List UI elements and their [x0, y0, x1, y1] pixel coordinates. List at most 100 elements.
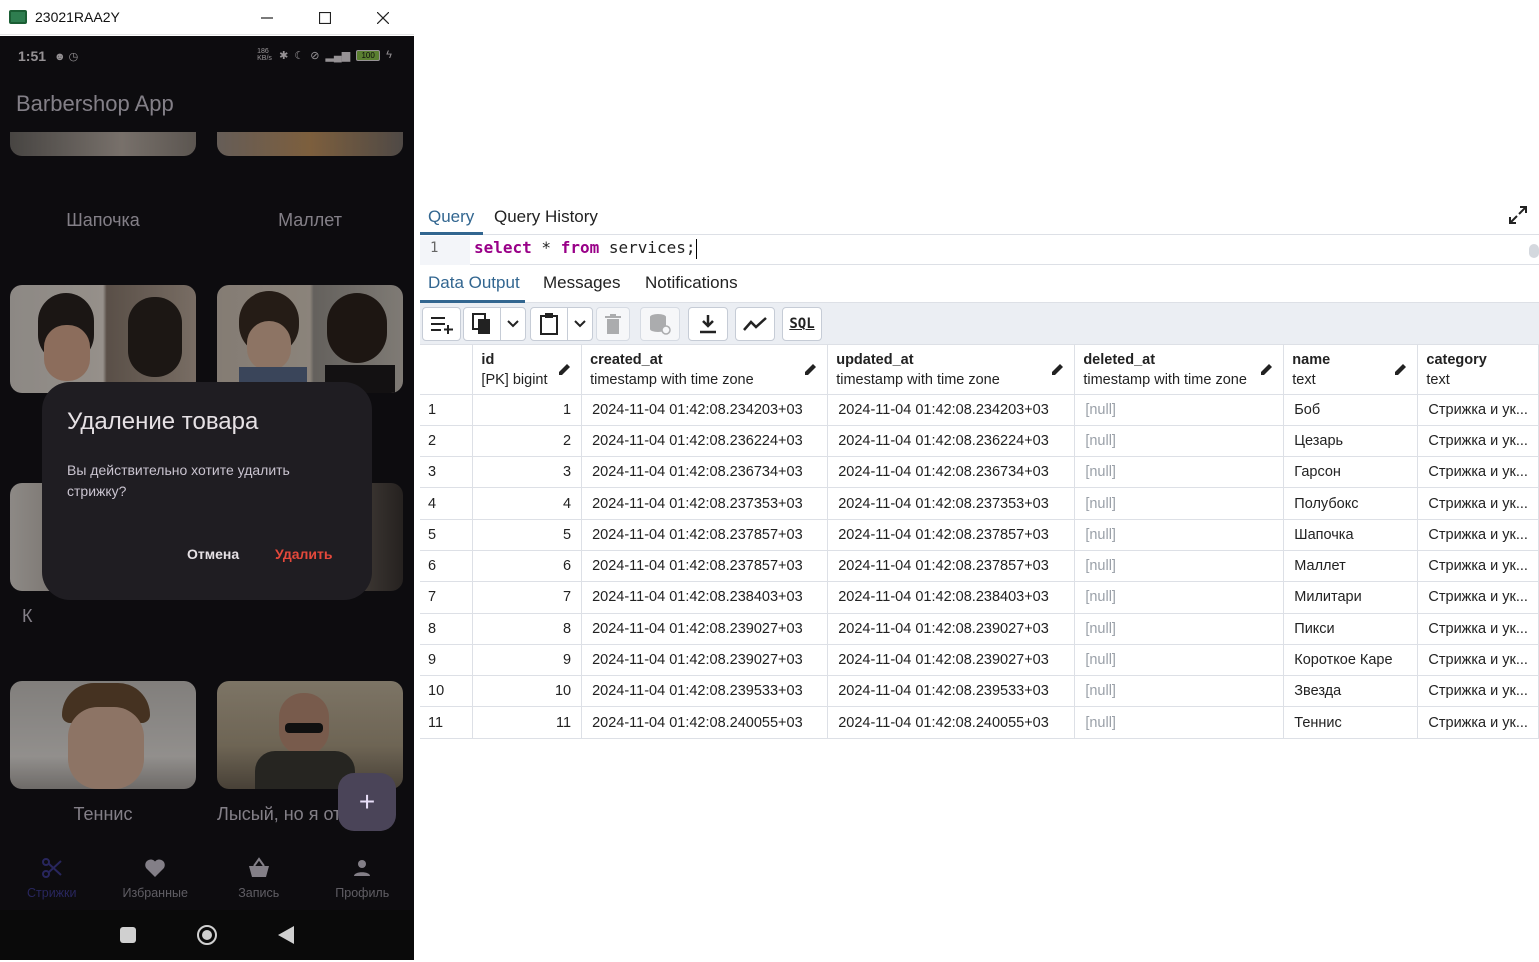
cell-deleted-at[interactable]: [null] [1074, 675, 1285, 708]
table-row[interactable]: 3 3 2024-11-04 01:42:08.236734+03 2024-11-0… [420, 456, 1539, 489]
tab-messages[interactable]: Messages [543, 273, 620, 293]
cell-id[interactable]: 10 [472, 675, 583, 708]
cell-deleted-at[interactable]: [null] [1074, 581, 1285, 614]
column-header-id[interactable]: id [PK] bigint [472, 345, 583, 395]
cell-category[interactable]: Стрижка и ук... [1417, 456, 1539, 489]
row-number[interactable]: 11 [420, 706, 474, 739]
cell-created-at[interactable]: 2024-11-04 01:42:08.236734+03 [581, 456, 829, 489]
cell-created-at[interactable]: 2024-11-04 01:42:08.238403+03 [581, 581, 829, 614]
table-row[interactable]: 11 11 2024-11-04 01:42:08.240055+03 2024-11… [420, 706, 1539, 739]
cell-name[interactable]: Гарсон [1283, 456, 1419, 489]
cell-created-at[interactable]: 2024-11-04 01:42:08.239027+03 [581, 644, 829, 677]
cell-id[interactable]: 9 [472, 644, 583, 677]
cell-deleted-at[interactable]: [null] [1074, 519, 1285, 551]
maximize-button[interactable] [296, 0, 354, 35]
cell-id[interactable]: 4 [472, 487, 583, 520]
cell-created-at[interactable]: 2024-11-04 01:42:08.239027+03 [581, 613, 829, 645]
sql-editor[interactable]: 1 select * from services; [420, 236, 1539, 265]
cell-created-at[interactable]: 2024-11-04 01:42:08.236224+03 [581, 425, 829, 458]
cell-category[interactable]: Стрижка и ук... [1417, 550, 1539, 583]
cell-category[interactable]: Стрижка и ук... [1417, 394, 1539, 426]
tab-data-output[interactable]: Data Output [428, 273, 520, 293]
home-button[interactable] [196, 924, 218, 946]
table-row[interactable]: 1 1 2024-11-04 01:42:08.234203+03 2024-11-0… [420, 394, 1539, 426]
column-header-updated-at[interactable]: updated_at timestamp with time zone [827, 345, 1076, 395]
table-row[interactable]: 6 6 2024-11-04 01:42:08.237857+03 2024-11-0… [420, 550, 1539, 583]
row-number[interactable]: 9 [420, 644, 474, 677]
sql-button[interactable]: SQL [782, 307, 822, 341]
minimize-button[interactable] [238, 0, 296, 35]
cell-id[interactable]: 11 [472, 706, 583, 739]
row-number[interactable]: 4 [420, 487, 474, 520]
column-header-name[interactable]: name text [1283, 345, 1419, 395]
copy-button[interactable] [463, 307, 501, 341]
cell-deleted-at[interactable]: [null] [1074, 706, 1285, 739]
cell-name[interactable]: Пикси [1283, 613, 1419, 645]
cell-id[interactable]: 6 [472, 550, 583, 583]
cell-updated-at[interactable]: 2024-11-04 01:42:08.239027+03 [827, 613, 1076, 645]
save-data-button[interactable] [640, 307, 680, 341]
table-row[interactable]: 4 4 2024-11-04 01:42:08.237353+03 2024-11-0… [420, 487, 1539, 520]
cell-deleted-at[interactable]: [null] [1074, 425, 1285, 458]
cell-updated-at[interactable]: 2024-11-04 01:42:08.237857+03 [827, 550, 1076, 583]
row-number[interactable]: 6 [420, 550, 474, 583]
cell-created-at[interactable]: 2024-11-04 01:42:08.234203+03 [581, 394, 829, 426]
cell-id[interactable]: 7 [472, 581, 583, 614]
cancel-button[interactable]: Отмена [187, 546, 239, 562]
row-number[interactable]: 8 [420, 613, 474, 645]
cell-created-at[interactable]: 2024-11-04 01:42:08.237353+03 [581, 487, 829, 520]
row-number[interactable]: 10 [420, 675, 474, 708]
cell-created-at[interactable]: 2024-11-04 01:42:08.237857+03 [581, 550, 829, 583]
table-row[interactable]: 10 10 2024-11-04 01:42:08.239533+03 2024-11… [420, 675, 1539, 708]
cell-deleted-at[interactable]: [null] [1074, 644, 1285, 677]
table-row[interactable]: 8 8 2024-11-04 01:42:08.239027+03 2024-11-0… [420, 613, 1539, 645]
cell-category[interactable]: Стрижка и ук... [1417, 644, 1539, 677]
back-button[interactable] [278, 926, 294, 944]
cell-category[interactable]: Стрижка и ук... [1417, 519, 1539, 551]
table-row[interactable]: 7 7 2024-11-04 01:42:08.238403+03 2024-11-0… [420, 581, 1539, 614]
row-number[interactable]: 7 [420, 581, 474, 614]
cell-id[interactable]: 8 [472, 613, 583, 645]
column-header-category[interactable]: category text [1417, 345, 1539, 395]
cell-name[interactable]: Цезарь [1283, 425, 1419, 458]
tab-notifications[interactable]: Notifications [645, 273, 738, 293]
tab-query-history[interactable]: Query History [494, 207, 598, 227]
cell-updated-at[interactable]: 2024-11-04 01:42:08.237353+03 [827, 487, 1076, 520]
cell-deleted-at[interactable]: [null] [1074, 613, 1285, 645]
cell-category[interactable]: Стрижка и ук... [1417, 706, 1539, 739]
add-haircut-fab[interactable]: + [338, 773, 396, 831]
cell-id[interactable]: 5 [472, 519, 583, 551]
cell-updated-at[interactable]: 2024-11-04 01:42:08.236734+03 [827, 456, 1076, 489]
row-number[interactable]: 2 [420, 425, 474, 458]
cell-updated-at[interactable]: 2024-11-04 01:42:08.239533+03 [827, 675, 1076, 708]
cell-name[interactable]: Теннис [1283, 706, 1419, 739]
cell-updated-at[interactable]: 2024-11-04 01:42:08.240055+03 [827, 706, 1076, 739]
add-row-button[interactable] [422, 307, 461, 341]
cell-deleted-at[interactable]: [null] [1074, 487, 1285, 520]
cell-updated-at[interactable]: 2024-11-04 01:42:08.236224+03 [827, 425, 1076, 458]
paste-button[interactable] [530, 307, 568, 341]
tab-query[interactable]: Query [428, 207, 474, 227]
cell-deleted-at[interactable]: [null] [1074, 394, 1285, 426]
cell-updated-at[interactable]: 2024-11-04 01:42:08.237857+03 [827, 519, 1076, 551]
cell-updated-at[interactable]: 2024-11-04 01:42:08.238403+03 [827, 581, 1076, 614]
column-header-deleted-at[interactable]: deleted_at timestamp with time zone [1074, 345, 1285, 395]
cell-name[interactable]: Звезда [1283, 675, 1419, 708]
graph-visualiser-button[interactable] [735, 307, 775, 341]
cell-id[interactable]: 3 [472, 456, 583, 489]
cell-updated-at[interactable]: 2024-11-04 01:42:08.234203+03 [827, 394, 1076, 426]
cell-deleted-at[interactable]: [null] [1074, 456, 1285, 489]
cell-updated-at[interactable]: 2024-11-04 01:42:08.239027+03 [827, 644, 1076, 677]
column-header-created-at[interactable]: created_at timestamp with time zone [581, 345, 829, 395]
table-row[interactable]: 2 2 2024-11-04 01:42:08.236224+03 2024-11-0… [420, 425, 1539, 458]
paste-options-dropdown[interactable] [567, 307, 593, 341]
row-number[interactable]: 5 [420, 519, 474, 551]
cell-name[interactable]: Маллет [1283, 550, 1419, 583]
cell-name[interactable]: Короткое Каре [1283, 644, 1419, 677]
cell-category[interactable]: Стрижка и ук... [1417, 425, 1539, 458]
cell-name[interactable]: Боб [1283, 394, 1419, 426]
cell-category[interactable]: Стрижка и ук... [1417, 581, 1539, 614]
row-number[interactable]: 3 [420, 456, 474, 489]
cell-created-at[interactable]: 2024-11-04 01:42:08.237857+03 [581, 519, 829, 551]
row-number[interactable]: 1 [420, 394, 474, 426]
